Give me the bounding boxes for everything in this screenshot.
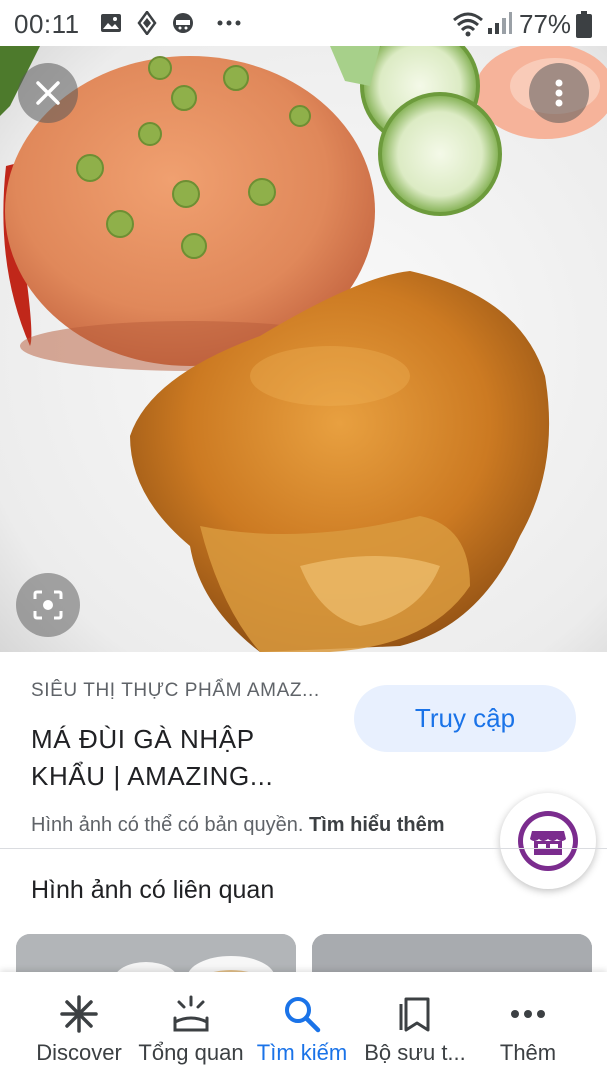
chicken-rice-photo bbox=[0, 46, 607, 652]
nav-discover[interactable]: Discover bbox=[29, 972, 129, 1080]
nav-label: Discover bbox=[36, 1040, 122, 1065]
close-button[interactable] bbox=[18, 63, 78, 123]
related-images-heading: Hình ảnh có liên quan bbox=[31, 876, 275, 904]
wifi-icon bbox=[453, 12, 483, 37]
more-vert-icon bbox=[555, 79, 563, 107]
more-notifications-icon bbox=[217, 20, 241, 26]
nav-collections[interactable]: Bộ sưu t... bbox=[361, 972, 469, 1080]
asterisk-icon bbox=[60, 995, 98, 1033]
section-divider bbox=[0, 848, 607, 849]
visit-button[interactable]: Truy cập bbox=[354, 685, 576, 752]
diamond-notification-icon bbox=[137, 11, 157, 35]
battery-percent: 77% bbox=[519, 9, 572, 39]
learn-more-link[interactable]: Tìm hiểu thêm bbox=[309, 814, 445, 836]
nav-label: Tổng quan bbox=[138, 1040, 244, 1065]
image-title-line2[interactable]: KHẨU | AMAZING... bbox=[31, 761, 273, 792]
lens-search-button[interactable] bbox=[16, 573, 80, 637]
search-icon bbox=[285, 997, 321, 1033]
nav-more[interactable]: Thêm bbox=[484, 972, 572, 1080]
shopping-button[interactable] bbox=[500, 793, 596, 889]
close-icon bbox=[36, 81, 60, 105]
source-name[interactable]: SIÊU THỊ THỰC PHẨM AMAZ... bbox=[31, 680, 320, 702]
nav-search[interactable]: Tìm kiếm bbox=[252, 972, 352, 1080]
nav-label: Thêm bbox=[499, 1040, 557, 1065]
copyright-notice: Hình ảnh có thể có bản quyền. Tìm hiểu t… bbox=[31, 814, 445, 837]
app-notification-icon bbox=[173, 13, 193, 33]
status-bar: 00:11 77% bbox=[0, 0, 607, 46]
status-time: 00:11 bbox=[14, 9, 80, 39]
lens-icon bbox=[33, 590, 63, 620]
shop-icon bbox=[518, 811, 578, 871]
food-image[interactable] bbox=[0, 46, 607, 652]
more-options-button[interactable] bbox=[529, 63, 589, 123]
bottom-navigation: Discover Tổng quan Tìm kiếm Bộ sưu t... … bbox=[0, 972, 607, 1080]
nav-updates[interactable]: Tổng quan bbox=[132, 972, 250, 1080]
nav-label: Tìm kiếm bbox=[256, 1040, 348, 1065]
collections-icon bbox=[399, 997, 430, 1032]
battery-icon bbox=[576, 11, 592, 38]
image-title-line1[interactable]: MÁ ĐÙI GÀ NHẬP bbox=[31, 724, 255, 755]
updates-icon bbox=[173, 995, 209, 1032]
image-notification-icon bbox=[101, 14, 121, 32]
copyright-text: Hình ảnh có thể có bản quyền. bbox=[31, 814, 304, 836]
more-icon bbox=[511, 1010, 545, 1018]
signal-icon bbox=[488, 12, 512, 34]
nav-label: Bộ sưu t... bbox=[364, 1040, 466, 1065]
